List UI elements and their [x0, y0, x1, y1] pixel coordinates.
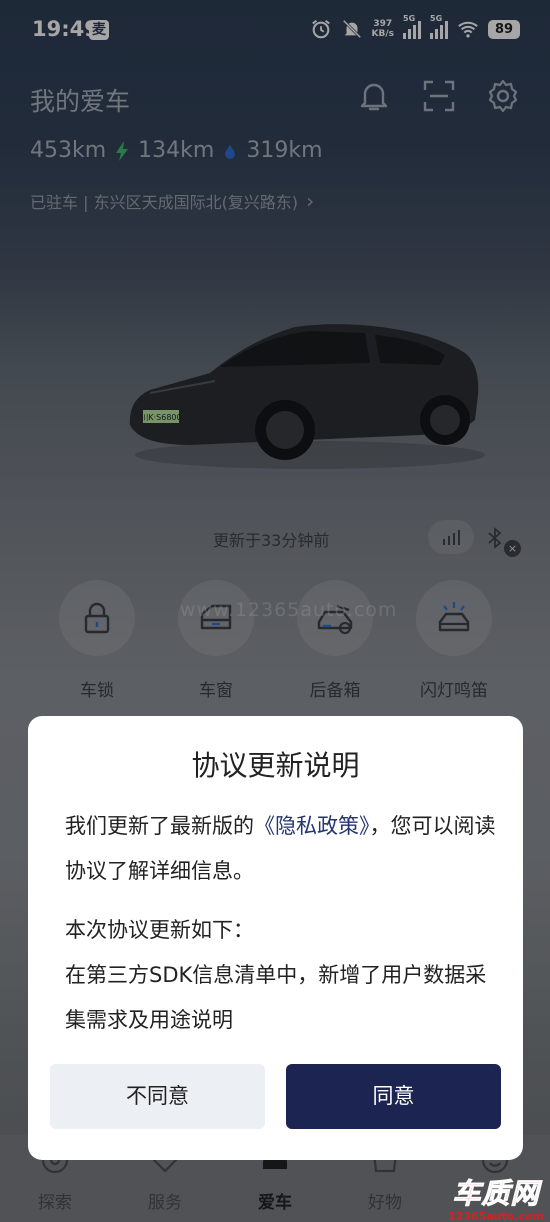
dialog-title: 协议更新说明	[191, 749, 360, 782]
dialog-paragraph-2-body: 在第三方SDK信息清单中，新增了用户数据采集需求及用途说明	[65, 963, 487, 1032]
agreement-update-dialog: 协议更新说明 我们更新了最新版的《隐私政策》，您可以阅读协议了解详细信息。 本次…	[28, 716, 523, 1160]
dialog-body: 我们更新了最新版的《隐私政策》，您可以阅读协议了解详细信息。 本次协议更新如下：…	[65, 804, 505, 1043]
dialog-paragraph-2-heading: 本次协议更新如下：	[65, 918, 254, 942]
agree-button[interactable]: 同意	[286, 1064, 501, 1129]
brand-logo: 车质网 12365auto.com	[447, 1177, 544, 1222]
disagree-button[interactable]: 不同意	[50, 1064, 265, 1129]
dialog-paragraph-1: 我们更新了最新版的《隐私政策》，您可以阅读协议了解详细信息。	[65, 814, 496, 883]
app-screen: 19:49 麦 397 KB/s 5G 5G 89 我的爱车 453km 134…	[0, 0, 550, 1222]
privacy-policy-link[interactable]: 《隐私政策》	[254, 814, 370, 838]
